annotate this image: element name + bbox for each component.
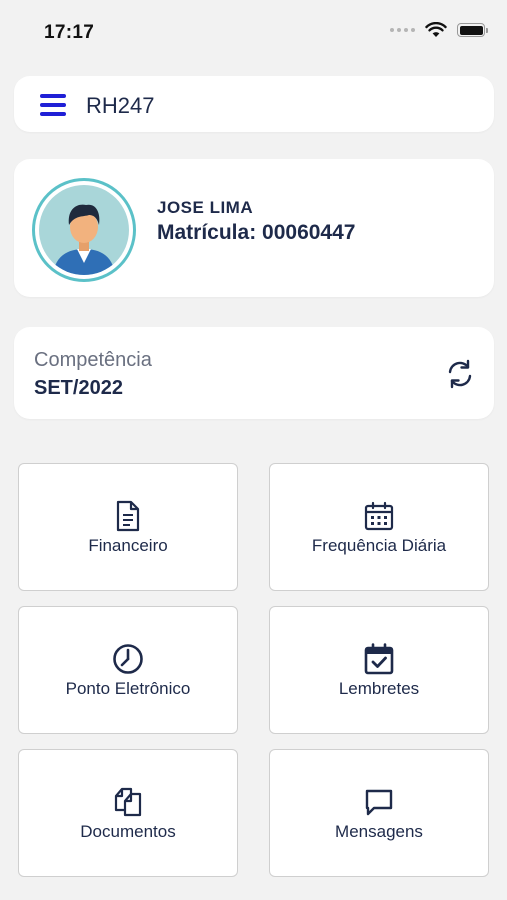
tile-lembretes[interactable]: Lembretes (269, 606, 489, 734)
clock-icon (113, 644, 143, 674)
refresh-icon[interactable] (444, 358, 476, 390)
tile-financeiro[interactable]: Financeiro (18, 463, 238, 591)
tile-label: Frequência Diária (311, 536, 447, 555)
wifi-icon (425, 22, 447, 37)
tile-documentos[interactable]: Documentos (18, 749, 238, 877)
cellular-signal-icon (390, 28, 415, 32)
tile-label: Financeiro (88, 536, 168, 555)
tile-frequencia-diaria[interactable]: Frequência Diária (269, 463, 489, 591)
status-bar: 17:17 (0, 0, 507, 66)
registration-number: 00060447 (262, 221, 356, 244)
calendar-check-icon (364, 643, 394, 675)
tile-label: Ponto Eletrônico (65, 679, 191, 698)
tile-mensagens[interactable]: Mensagens (269, 749, 489, 877)
registration-label: Matrícula: (157, 221, 257, 244)
tile-ponto-eletronico[interactable]: Ponto Eletrônico (18, 606, 238, 734)
user-avatar-icon (39, 185, 129, 275)
copy-documents-icon (114, 787, 142, 817)
tile-label: Documentos (80, 822, 176, 841)
tile-label: Mensagens (335, 822, 423, 841)
app-title: RH247 (86, 93, 155, 118)
period-label: Competência (34, 349, 152, 371)
registration: Matrícula: 00060447 (157, 221, 355, 245)
profile-card: JOSE LIMA Matrícula: 00060447 (14, 159, 494, 297)
battery-icon (457, 23, 488, 37)
status-time: 17:17 (44, 22, 95, 43)
chat-icon (365, 789, 393, 816)
period-value: SET/2022 (34, 377, 123, 399)
avatar (32, 178, 136, 282)
period-card: Competência SET/2022 (14, 327, 494, 419)
status-icons (390, 22, 488, 38)
document-icon (116, 500, 140, 532)
user-name: JOSE LIMA (157, 198, 254, 217)
app-header: RH247 (14, 76, 494, 132)
hamburger-menu-icon[interactable] (40, 94, 68, 116)
calendar-icon (364, 501, 394, 531)
tile-label: Lembretes (338, 679, 420, 698)
